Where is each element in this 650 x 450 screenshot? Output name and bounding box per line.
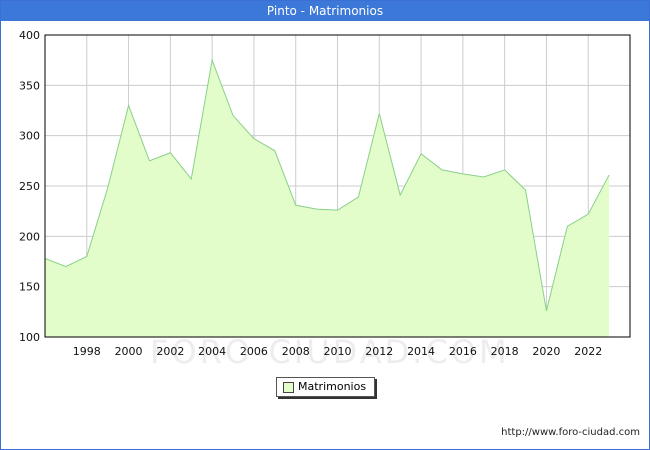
y-tick-label: 200: [19, 230, 40, 243]
y-tick-label: 400: [19, 29, 40, 42]
x-tick-label: 1998: [73, 345, 101, 358]
source-url: http://www.foro-ciudad.com: [501, 427, 640, 438]
x-tick-label: 2018: [491, 345, 519, 358]
x-tick-label: 2008: [282, 345, 310, 358]
legend: Matrimonios: [276, 377, 375, 397]
legend-swatch: [283, 382, 294, 393]
x-tick-label: 2006: [240, 345, 268, 358]
y-tick-label: 100: [19, 331, 40, 344]
y-tick-label: 350: [19, 79, 40, 92]
x-tick-label: 2012: [365, 345, 393, 358]
x-tick-label: 2002: [156, 345, 184, 358]
x-tick-label: 2000: [115, 345, 143, 358]
x-tick-label: 2022: [574, 345, 602, 358]
y-tick-label: 150: [19, 281, 40, 294]
legend-label: Matrimonios: [298, 380, 367, 393]
y-tick-label: 300: [19, 130, 40, 143]
x-tick-label: 2016: [449, 345, 477, 358]
x-tick-label: 2014: [407, 345, 435, 358]
area-fill: [45, 60, 610, 338]
x-tick-label: 2020: [532, 345, 560, 358]
y-tick-label: 250: [19, 180, 40, 193]
area-series: [44, 58, 610, 338]
x-tick-label: 2010: [324, 345, 352, 358]
x-tick-label: 2004: [198, 345, 226, 358]
